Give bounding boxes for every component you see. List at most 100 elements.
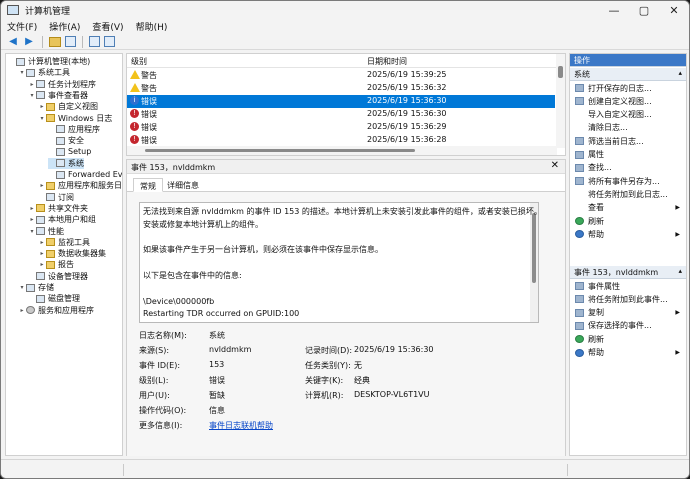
back-arrow-icon[interactable]: ◀	[6, 36, 20, 48]
tree-item[interactable]: ▸ 报告	[38, 259, 74, 270]
action-item[interactable]: 导入自定义视图...	[570, 109, 686, 121]
event-description[interactable]: 无法找到来自源 nvlddmkm 的事件 ID 153 的描述。本地计算机上未安…	[139, 202, 539, 323]
tree-item[interactable]: 订阅	[38, 192, 74, 203]
online-help-link[interactable]: 事件日志联机帮助	[209, 420, 273, 431]
tree-item[interactable]: Forwarded Even	[48, 169, 122, 180]
actions-section-event-label: 事件 153，nvlddmkm	[574, 268, 659, 277]
action-item[interactable]: 保存选择的事件...	[570, 320, 686, 332]
scroll-thumb[interactable]	[145, 149, 415, 152]
expand-arrow-icon[interactable]: ▸	[38, 103, 46, 110]
expand-arrow-icon[interactable]: ▸	[28, 216, 36, 223]
menu-view[interactable]: 查看(V)	[86, 20, 129, 33]
tree-item[interactable]: ▸ 服务和应用程序	[18, 305, 94, 316]
action-item[interactable]: 清除日志...	[570, 122, 686, 134]
tab-general[interactable]: 常规	[133, 178, 163, 192]
action-item[interactable]: 查找...	[570, 162, 686, 174]
action-item[interactable]: 将所有事件另存为...	[570, 175, 686, 187]
tree-item[interactable]: ▾ 事件查看器	[28, 90, 88, 101]
action-item[interactable]: 筛选当前日志...	[570, 135, 686, 147]
collapse-arrow-icon[interactable]: ▾	[28, 92, 36, 99]
event-row[interactable]: ! 错误 2025/6/19 15:36:30	[127, 108, 555, 121]
tree-item[interactable]: ▾ 存储	[18, 282, 54, 293]
error-icon: !	[130, 135, 139, 144]
action-label: 属性	[588, 150, 604, 159]
expand-arrow-icon[interactable]: ▸	[18, 307, 26, 314]
action-item[interactable]: 创建自定义视图...	[570, 95, 686, 107]
minimize-button[interactable]: —	[599, 1, 629, 19]
folder-icon	[46, 249, 55, 258]
description-line: Restarting TDR occurred on GPUID:100	[143, 309, 300, 319]
action-item[interactable]: 帮助 ▶	[570, 228, 686, 240]
tree-item[interactable]: 磁盘管理	[28, 293, 80, 304]
tree-item[interactable]: ▾ Windows 日志	[38, 113, 112, 124]
help-icon[interactable]	[89, 36, 100, 47]
actions-section-event[interactable]: 事件 153，nvlddmkm ▴	[570, 266, 686, 279]
tree-item[interactable]: 应用程序	[48, 124, 100, 135]
tree-item[interactable]: ▸ 共享文件夹	[28, 203, 88, 214]
collapse-caret-icon[interactable]: ▴	[678, 69, 682, 77]
tree-item-label: 订阅	[58, 192, 74, 202]
menu-action[interactable]: 操作(A)	[43, 20, 86, 33]
collapse-caret-icon[interactable]: ▴	[678, 267, 682, 275]
tree-item[interactable]: ▾ 系统工具	[18, 67, 70, 78]
collapse-arrow-icon[interactable]: ▾	[38, 115, 46, 122]
collapse-arrow-icon[interactable]: ▾	[18, 69, 26, 76]
event-list-vertical-scrollbar[interactable]	[556, 54, 565, 148]
description-scrollbar[interactable]	[530, 203, 538, 322]
action-item[interactable]: 属性	[570, 149, 686, 161]
menu-file[interactable]: 文件(F)	[1, 20, 43, 33]
expand-arrow-icon[interactable]: ▸	[28, 81, 36, 88]
collapse-arrow-icon[interactable]: ▾	[28, 228, 36, 235]
event-row[interactable]: i 错误 2025/6/19 15:36:30	[127, 95, 555, 108]
tree-item[interactable]: ▸ 监视工具	[38, 237, 90, 248]
column-header-level[interactable]: 级别	[131, 56, 147, 67]
tree-item[interactable]: 计算机管理(本地)	[8, 56, 90, 67]
event-list-horizontal-scrollbar[interactable]	[127, 146, 557, 155]
tree-item[interactable]: ▸ 任务计划程序	[28, 79, 96, 90]
action-item[interactable]: 复制 ▶	[570, 307, 686, 319]
close-button[interactable]: ✕	[659, 1, 689, 19]
scroll-thumb[interactable]	[532, 213, 536, 283]
show-hide-action-pane-icon[interactable]	[104, 36, 115, 47]
action-item[interactable]: 将任务附加到此日志...	[570, 188, 686, 200]
action-item[interactable]: 帮助 ▶	[570, 347, 686, 359]
expand-arrow-icon[interactable]: ▸	[38, 182, 46, 189]
expand-arrow-icon[interactable]: ▸	[38, 239, 46, 246]
copy-icon	[575, 308, 584, 317]
expand-arrow-icon[interactable]: ▸	[38, 250, 46, 257]
tree-item[interactable]: ▸ 自定义视图	[38, 101, 98, 112]
collapse-arrow-icon[interactable]: ▾	[18, 284, 26, 291]
tree-item[interactable]: ▸ 本地用户和组	[28, 214, 96, 225]
expand-arrow-icon[interactable]: ▸	[28, 205, 36, 212]
close-detail-button[interactable]: ✕	[551, 160, 559, 171]
tree-item[interactable]: ▾ 性能	[28, 226, 64, 237]
tree-item[interactable]: Setup	[48, 146, 91, 157]
event-row[interactable]: 警告 2025/6/19 15:36:32	[127, 82, 555, 95]
tree-item[interactable]: 设备管理器	[28, 271, 88, 282]
maximize-button[interactable]: ▢	[629, 1, 659, 19]
tree-item[interactable]: 安全	[48, 135, 84, 146]
tree-item[interactable]: ▸ 数据收集器集	[38, 248, 106, 259]
menu-help[interactable]: 帮助(H)	[130, 20, 174, 33]
event-row[interactable]: ! 错误 2025/6/19 15:36:29	[127, 121, 555, 134]
action-item[interactable]: 刷新	[570, 215, 686, 227]
event-detail-title: 事件 153，nvlddmkm	[131, 163, 216, 172]
tree-item-label: 数据收集器集	[58, 249, 106, 259]
forward-arrow-icon[interactable]: ▶	[22, 36, 36, 48]
action-item[interactable]: 刷新	[570, 333, 686, 345]
tab-details[interactable]: 详细信息	[161, 178, 205, 192]
folder-icon	[46, 181, 55, 190]
event-row[interactable]: 警告 2025/6/19 15:39:25	[127, 69, 555, 82]
up-folder-icon[interactable]	[49, 36, 61, 47]
expand-arrow-icon[interactable]: ▸	[38, 261, 46, 268]
scroll-thumb[interactable]	[558, 66, 563, 78]
show-hide-tree-icon[interactable]	[65, 36, 76, 47]
column-header-date[interactable]: 日期和时间	[367, 56, 407, 67]
action-item[interactable]: 事件属性	[570, 280, 686, 292]
action-item[interactable]: 查看 ▶	[570, 202, 686, 214]
action-item[interactable]: 将任务附加到此事件...	[570, 293, 686, 305]
tree-item[interactable]: 系统	[48, 157, 84, 169]
tree-item[interactable]: ▸ 应用程序和服务日志	[38, 180, 122, 191]
action-item[interactable]: 打开保存的日志...	[570, 82, 686, 94]
actions-section-system[interactable]: 系统 ▴	[570, 68, 686, 81]
